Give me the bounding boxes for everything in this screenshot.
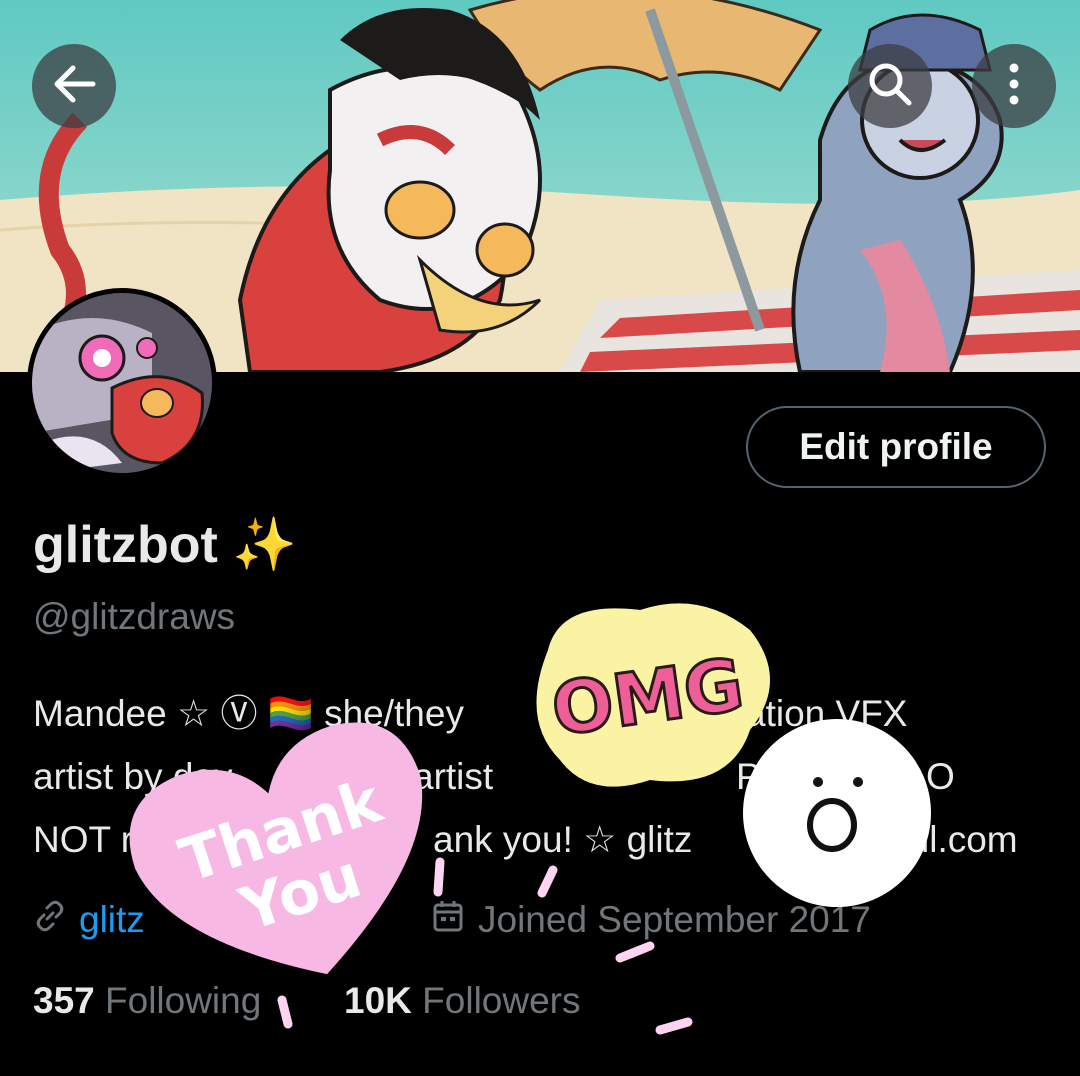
bio-line-2-start: artist by day <box>33 756 233 797</box>
joined-date: Joined September 2017 <box>432 896 871 944</box>
search-icon <box>866 60 914 113</box>
profile-link[interactable]: glitz <box>33 896 145 944</box>
arrow-left-icon <box>51 64 97 109</box>
bio-line-3-start: NOT re <box>33 819 154 860</box>
edit-profile-button[interactable]: Edit profile <box>746 406 1046 488</box>
edit-profile-label: Edit profile <box>799 426 993 467</box>
back-button[interactable] <box>32 44 116 128</box>
following-label: Following <box>105 980 262 1021</box>
sparkles-emoji: ✨ <box>232 516 298 574</box>
bio-line-3-mid: ank you! ☆ glitz <box>433 819 693 860</box>
followers-count: 10K <box>344 980 412 1021</box>
link-icon <box>33 899 67 942</box>
followers-label: Followers <box>422 980 581 1021</box>
bio-line-3: NOT re ank you! ☆ glitz il.com <box>33 808 1053 871</box>
followers-stat[interactable]: 10K Followers <box>344 980 581 1022</box>
bio-line-2: artist by day artist P O <box>33 745 1053 808</box>
more-options-button[interactable] <box>972 44 1056 128</box>
bio-line-1-start: Mandee ☆ Ⓥ 🏳️‍🌈 she/they <box>33 693 464 734</box>
calendar-icon <box>432 899 464 942</box>
bio-line-2-end: P <box>736 756 761 797</box>
bio-line-2-mid: artist <box>413 756 494 797</box>
following-count: 357 <box>33 980 95 1021</box>
search-button[interactable] <box>848 44 932 128</box>
joined-text: Joined September 2017 <box>478 899 871 940</box>
user-handle: @glitzdraws <box>33 596 236 637</box>
avatar[interactable] <box>27 288 217 478</box>
more-vertical-icon <box>1008 62 1020 111</box>
bio-line-3-end: il.com <box>921 819 1018 860</box>
bio-line-1: Mandee ☆ Ⓥ 🏳️‍🌈 she/they ation VFX <box>33 682 1053 745</box>
following-stat[interactable]: 357 Following <box>33 980 261 1022</box>
bio-line-1-end: ation VFX <box>745 693 908 734</box>
link-text[interactable]: glitz <box>79 899 145 941</box>
bio-line-2-far: O <box>926 756 955 797</box>
bio: Mandee ☆ Ⓥ 🏳️‍🌈 she/they ation VFX artis… <box>33 682 1053 871</box>
display-name: glitzbot ✨ <box>33 514 297 575</box>
display-name-text: glitzbot <box>33 516 218 574</box>
